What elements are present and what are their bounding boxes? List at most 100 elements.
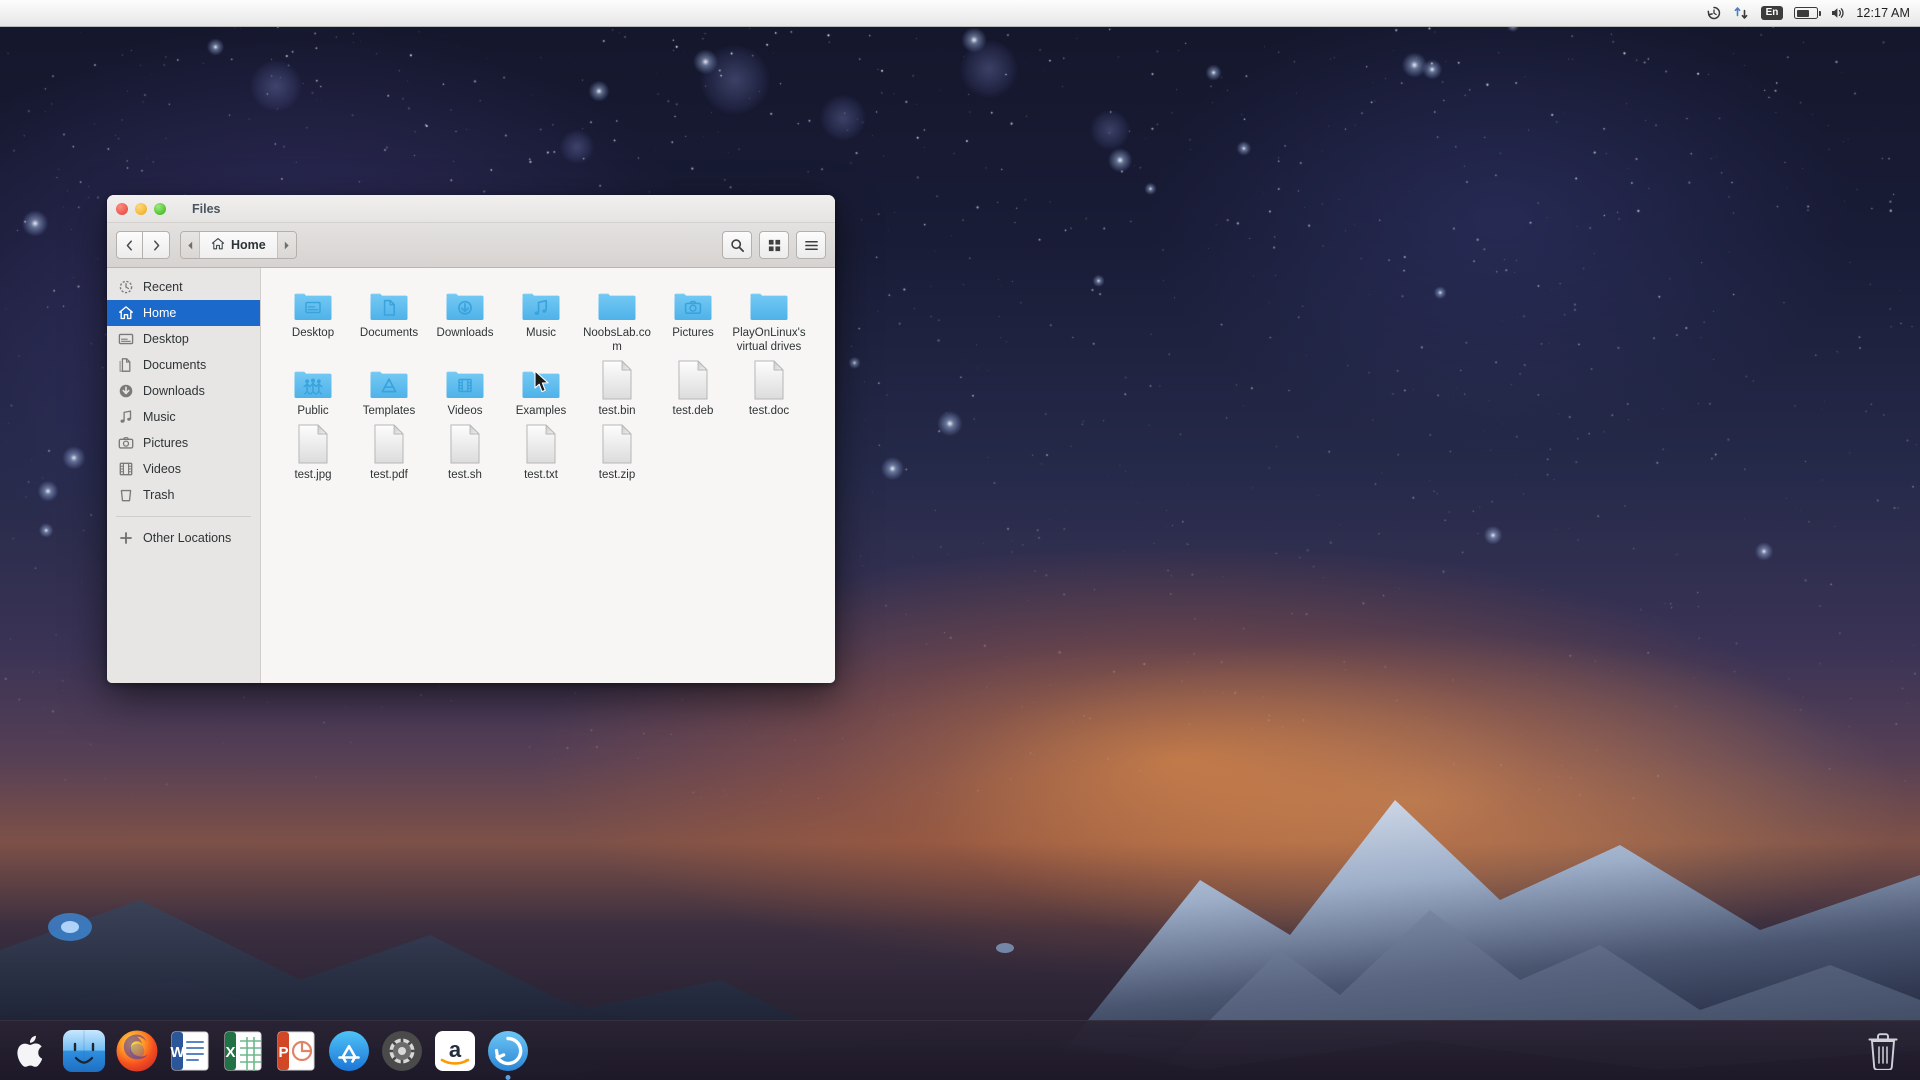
sidebar-item-label: Pictures: [143, 436, 189, 450]
file-item[interactable]: test.pdf: [351, 424, 427, 482]
folder-item[interactable]: Documents: [351, 282, 427, 354]
film-icon: [118, 461, 134, 477]
sidebar-item-music[interactable]: Music: [107, 404, 260, 430]
svg-text:P: P: [278, 1044, 288, 1061]
dock-app-store-icon[interactable]: [326, 1028, 372, 1074]
file-item[interactable]: test.deb: [655, 360, 731, 418]
home-icon: [211, 237, 225, 254]
close-button[interactable]: [116, 202, 128, 215]
dock-word-icon[interactable]: W: [167, 1028, 213, 1074]
sidebar-item-downloads[interactable]: Downloads: [107, 378, 260, 404]
path-scroll-left-button[interactable]: [181, 232, 199, 258]
sidebar: Recent Home Desktop Documents Downloads Music…: [107, 268, 261, 683]
breadcrumb-item-home[interactable]: Home: [199, 232, 278, 258]
dock-finder-icon[interactable]: [61, 1028, 107, 1074]
system-top-bar: En 12:17 AM: [0, 0, 1920, 27]
folder-item[interactable]: PlayOnLinux's virtual drives: [731, 282, 807, 354]
bokeh-light: [1090, 110, 1130, 150]
document-icon: [677, 360, 709, 400]
file-item[interactable]: test.sh: [427, 424, 503, 482]
bokeh-light: [560, 130, 594, 164]
folder-item[interactable]: Music: [503, 282, 579, 354]
dock-powerpoint-icon[interactable]: P: [273, 1028, 319, 1074]
hamburger-menu-icon[interactable]: [796, 231, 826, 259]
maximize-button[interactable]: [154, 202, 166, 215]
folder-item[interactable]: Public: [275, 360, 351, 418]
document-icon: [601, 360, 633, 400]
grid-view-icon[interactable]: [759, 231, 789, 259]
document-icon: [373, 424, 405, 464]
folder-item[interactable]: Desktop: [275, 282, 351, 354]
document-icon: [525, 424, 557, 464]
back-button[interactable]: [116, 231, 143, 259]
dock-excel-icon[interactable]: X: [220, 1028, 266, 1074]
documents-icon: [118, 357, 134, 373]
item-label: Public: [297, 405, 329, 417]
item-label: Templates: [362, 405, 416, 417]
bokeh-light: [250, 60, 302, 112]
battery-icon[interactable]: [1794, 3, 1822, 23]
sidebar-item-label: Videos: [143, 462, 181, 476]
volume-icon[interactable]: [1829, 3, 1845, 23]
file-grid[interactable]: Desktop Documents Downloads Music NoobsLab.c…: [261, 268, 835, 683]
minimize-button[interactable]: [135, 202, 147, 215]
clock[interactable]: 12:17 AM: [1856, 6, 1910, 20]
item-label: NoobsLab.com: [583, 327, 651, 353]
window-titlebar[interactable]: Files: [107, 195, 835, 223]
folder-item[interactable]: Examples: [503, 360, 579, 418]
path-scroll-right-button[interactable]: [277, 232, 296, 258]
window-toolbar: Home: [107, 223, 835, 268]
sidebar-item-desktop[interactable]: Desktop: [107, 326, 260, 352]
sidebar-item-recent[interactable]: Recent: [107, 274, 260, 300]
file-item[interactable]: test.txt: [503, 424, 579, 482]
sidebar-item-label: Music: [143, 410, 176, 424]
dock-settings-icon[interactable]: [379, 1028, 425, 1074]
file-item[interactable]: test.jpg: [275, 424, 351, 482]
dock-trash-icon[interactable]: [1860, 1028, 1906, 1074]
sidebar-item-other-locations[interactable]: Other Locations: [107, 525, 260, 551]
item-label: test.zip: [598, 469, 636, 481]
file-item[interactable]: test.doc: [731, 360, 807, 418]
document-icon: [297, 424, 329, 464]
file-item[interactable]: test.zip: [579, 424, 655, 482]
running-indicator: [505, 1074, 511, 1080]
search-icon[interactable]: [722, 231, 752, 259]
sidebar-item-label: Home: [143, 306, 177, 320]
file-item[interactable]: test.bin: [579, 360, 655, 418]
dock-apple-menu-icon[interactable]: [8, 1028, 54, 1074]
item-label: PlayOnLinux's virtual drives: [732, 327, 806, 353]
network-icon[interactable]: [1733, 3, 1750, 23]
keyboard-layout-indicator[interactable]: En: [1760, 3, 1784, 23]
folder-item[interactable]: Videos: [427, 360, 503, 418]
sidebar-item-videos[interactable]: Videos: [107, 456, 260, 482]
item-label: test.txt: [524, 469, 558, 481]
dock-amazon-icon[interactable]: a: [432, 1028, 478, 1074]
sidebar-item-documents[interactable]: Documents: [107, 352, 260, 378]
history-icon[interactable]: [1706, 3, 1722, 23]
dock-files-icon[interactable]: [485, 1028, 531, 1080]
folder-music-icon: [521, 282, 561, 322]
folder-pictures-icon: [673, 282, 713, 322]
folder-item[interactable]: Pictures: [655, 282, 731, 354]
dock-trash-area: [1860, 1028, 1920, 1074]
nav-button-group: [116, 231, 170, 259]
sidebar-item-trash[interactable]: Trash: [107, 482, 260, 508]
sidebar-item-label: Downloads: [143, 384, 205, 398]
bokeh-light: [700, 45, 770, 115]
dock-apps: W X Pa: [0, 1028, 531, 1080]
sidebar-item-home[interactable]: Home: [107, 300, 260, 326]
forward-button[interactable]: [143, 231, 170, 259]
folder-item[interactable]: Downloads: [427, 282, 503, 354]
download-icon: [118, 383, 134, 399]
dock-firefox-icon[interactable]: [114, 1028, 160, 1074]
sidebar-divider: [116, 516, 251, 517]
folder-item[interactable]: Templates: [351, 360, 427, 418]
item-label: Pictures: [672, 327, 714, 339]
files-window[interactable]: Files Home Recent Home Desktop Documents…: [107, 195, 835, 683]
folder-documents-icon: [369, 282, 409, 322]
dock: W X Pa: [0, 1020, 1920, 1080]
wallpaper-mountains: [0, 800, 1920, 1080]
folder-item[interactable]: NoobsLab.com: [579, 282, 655, 354]
sidebar-item-pictures[interactable]: Pictures: [107, 430, 260, 456]
document-icon: [601, 424, 633, 464]
